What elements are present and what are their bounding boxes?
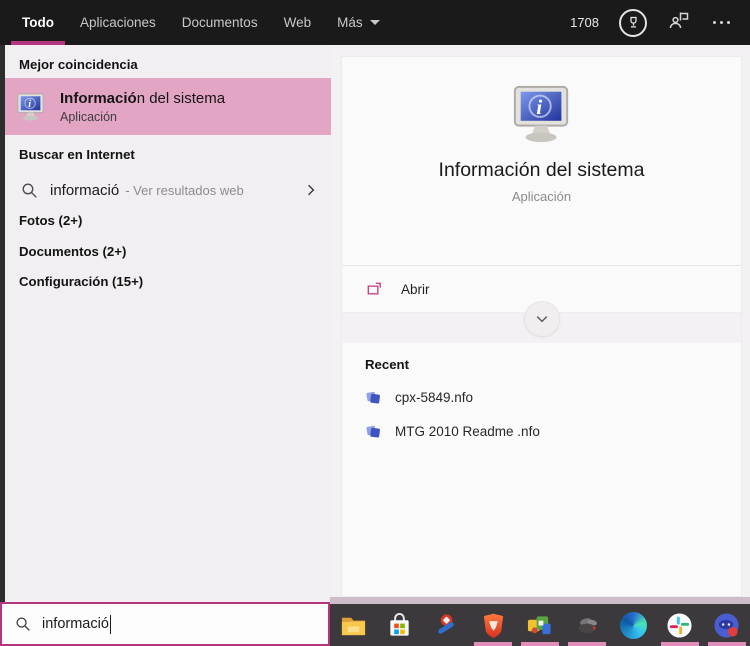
app-title: Información del sistema (438, 159, 645, 181)
tab-label: Aplicaciones (79, 15, 156, 30)
web-search-suggestion[interactable]: informació - Ver resultados web (5, 170, 331, 210)
microsoft-edge-icon[interactable] (613, 604, 653, 646)
rewards-points: 1708 (570, 15, 599, 30)
more-options-icon[interactable] (711, 15, 732, 30)
taskbar (330, 604, 750, 646)
category-configuracion[interactable]: Configuración (15+) (19, 274, 143, 289)
chevron-right-icon[interactable] (303, 182, 319, 198)
edge-swirl (619, 611, 647, 639)
nfo-file-icon (366, 391, 380, 404)
search-results-panel: Mejor coincidencia i Información del sis… (5, 45, 331, 602)
tab-mas[interactable]: Más (337, 0, 380, 45)
windows-search-flyout: Todo Aplicaciones Documentos Web Más 170… (0, 0, 750, 646)
recent-item[interactable]: MTG 2010 Readme .nfo (365, 423, 741, 440)
open-action-label: Abrir (401, 281, 430, 297)
detail-card: i Información del sistema Aplicación Abr… (342, 57, 741, 596)
tab-aplicaciones[interactable]: Aplicaciones (80, 0, 156, 45)
best-match-title: Información del sistema (60, 89, 226, 107)
discord-icon[interactable] (707, 604, 747, 646)
best-match-header: Mejor coincidencia (19, 57, 138, 72)
search-icon (16, 617, 30, 631)
search-icon (22, 183, 37, 198)
tab-label: Documentos (181, 15, 258, 30)
category-fotos[interactable]: Fotos (2+) (19, 213, 82, 228)
fly-utility-app-icon[interactable] (567, 604, 607, 646)
tab-label: Todo (22, 15, 54, 30)
expand-band (342, 301, 741, 343)
app-header: i Información del sistema Aplicación (342, 83, 741, 266)
system-information-icon: i (513, 85, 568, 143)
launch-icon (367, 282, 381, 294)
best-match-result[interactable]: i Información del sistema Aplicación (5, 78, 331, 135)
expand-button[interactable] (523, 301, 560, 337)
recent-item-name: MTG 2010 Readme .nfo (395, 424, 540, 439)
file-explorer-icon[interactable] (333, 604, 373, 646)
recent-section: Recent cpx-5849.nfo MTG 2010 Readme .nfo (342, 343, 741, 440)
svg-text:i: i (536, 95, 542, 119)
svg-text:i: i (28, 99, 31, 110)
recent-header: Recent (365, 357, 409, 372)
taskbar-search-input[interactable]: informació (0, 602, 330, 646)
best-match-text: Información del sistema Aplicación (60, 90, 225, 124)
taskbar-top-strip (330, 597, 750, 604)
tab-web[interactable]: Web (284, 0, 312, 45)
topbar-actions: 1708 (570, 8, 732, 37)
recent-item[interactable]: cpx-5849.nfo (365, 389, 741, 406)
system-information-icon: i (17, 92, 44, 121)
filter-tabs: Todo Aplicaciones Documentos Web Más (10, 0, 380, 45)
tool-app-icon[interactable] (427, 604, 467, 646)
chevron-down-icon (536, 316, 547, 323)
nfo-file-icon (366, 425, 380, 438)
tab-label: Web (283, 15, 312, 30)
tab-todo[interactable]: Todo (10, 0, 65, 45)
search-input-value: informació (42, 616, 109, 632)
microsoft-store-icon[interactable] (380, 604, 420, 646)
game-app-icon[interactable] (520, 604, 560, 646)
search-filter-bar: Todo Aplicaciones Documentos Web Más 170… (0, 0, 750, 45)
slack-icon[interactable] (660, 604, 700, 646)
category-documentos[interactable]: Documentos (2+) (19, 244, 126, 259)
tab-label: Más (337, 15, 363, 30)
suggestion-query: informació (50, 181, 120, 199)
web-search-header: Buscar en Internet (19, 147, 135, 162)
rewards-trophy-icon[interactable] (619, 8, 647, 37)
text-cursor (109, 614, 112, 634)
recent-item-name: cpx-5849.nfo (395, 390, 474, 405)
result-detail-panel: i Información del sistema Aplicación Abr… (331, 45, 750, 602)
brave-browser-icon[interactable] (473, 604, 513, 646)
feedback-icon[interactable] (667, 9, 691, 36)
best-match-subtitle: Aplicación (60, 109, 117, 124)
suggestion-hint: - Ver resultados web (125, 182, 244, 198)
tab-documentos[interactable]: Documentos (182, 0, 258, 45)
app-subtitle: Aplicación (511, 189, 572, 204)
chevron-down-icon (369, 20, 380, 25)
